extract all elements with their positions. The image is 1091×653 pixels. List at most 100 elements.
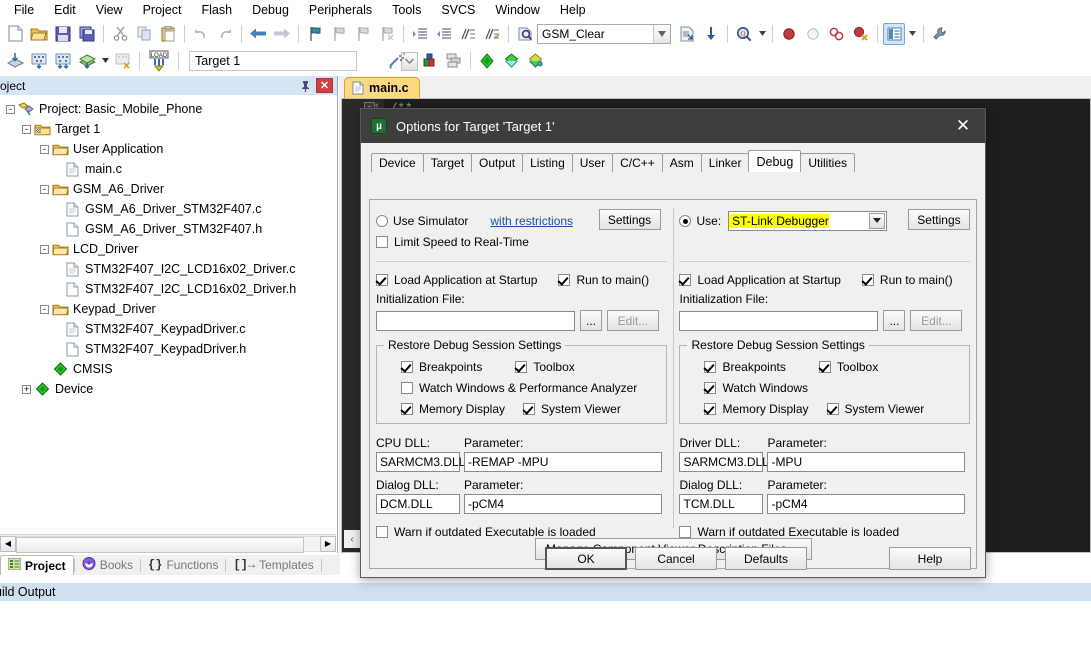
- menu-item-help[interactable]: Help: [550, 0, 596, 20]
- breakpoint-disable-icon[interactable]: [802, 23, 824, 45]
- dialog-dll-param-input[interactable]: -pCM4: [767, 494, 965, 514]
- cancel-button[interactable]: Cancel: [635, 547, 717, 570]
- menu-item-debug[interactable]: Debug: [242, 0, 299, 20]
- run-to-main-checkbox[interactable]: [862, 274, 874, 286]
- breakpoints-checkbox[interactable]: [704, 361, 716, 373]
- load-app-checkbox[interactable]: [376, 274, 388, 286]
- manage-windows-dropdown-icon[interactable]: [907, 23, 918, 45]
- memory-display-checkbox[interactable]: [401, 403, 413, 415]
- tree-group-user-application[interactable]: - User Application: [4, 139, 337, 159]
- tab-listing[interactable]: Listing: [522, 153, 573, 172]
- tree-file-gsm-c[interactable]: GSM_A6_Driver_STM32F407.c: [4, 199, 337, 219]
- dialog-dll-input[interactable]: TCM.DLL: [679, 494, 763, 514]
- tab-target[interactable]: Target: [423, 153, 472, 172]
- tree-file-gsm-h[interactable]: GSM_A6_Driver_STM32F407.h: [4, 219, 337, 239]
- expander-icon[interactable]: +: [22, 385, 31, 394]
- tab-functions[interactable]: {} Functions: [141, 556, 225, 575]
- expander-icon[interactable]: -: [6, 105, 15, 114]
- breakpoints-checkbox[interactable]: [401, 361, 413, 373]
- run-to-main-checkbox[interactable]: [558, 274, 570, 286]
- save-icon[interactable]: [52, 23, 74, 45]
- tree-group-gsm-a6-driver[interactable]: - GSM_A6_Driver: [4, 179, 337, 199]
- download-icon[interactable]: LOAD: [145, 50, 173, 72]
- pane-collapse-button[interactable]: ‹: [344, 530, 360, 548]
- help-button[interactable]: Help: [889, 547, 971, 570]
- copy-icon[interactable]: [133, 23, 155, 45]
- cpu-dll-input[interactable]: SARMCM3.DLL: [376, 452, 460, 472]
- rebuild-icon[interactable]: [52, 50, 74, 72]
- project-tree[interactable]: - Project: Basic_Mobile_Phone - Target 1…: [0, 95, 337, 399]
- bookmark-next-icon[interactable]: [352, 23, 374, 45]
- dialog-dll-input[interactable]: DCM.DLL: [376, 494, 460, 514]
- tab-device[interactable]: Device: [371, 153, 424, 172]
- expander-icon[interactable]: -: [22, 125, 31, 134]
- memory-display-checkbox[interactable]: [704, 403, 716, 415]
- menu-item-edit[interactable]: Edit: [44, 0, 86, 20]
- expander-icon[interactable]: -: [40, 185, 49, 194]
- simulator-settings-button[interactable]: Settings: [599, 209, 661, 230]
- bookmark-clear-icon[interactable]: [376, 23, 398, 45]
- menu-item-svcs[interactable]: SVCS: [431, 0, 485, 20]
- driver-dll-input[interactable]: SARMCM3.DLL: [679, 452, 763, 472]
- bookmark-toggle-icon[interactable]: [304, 23, 326, 45]
- navigate-forward-icon[interactable]: [271, 23, 293, 45]
- cut-icon[interactable]: [109, 23, 131, 45]
- toolbox-checkbox[interactable]: [819, 361, 831, 373]
- tree-file-keypad-h[interactable]: STM32F407_KeypadDriver.h: [4, 339, 337, 359]
- search-combo[interactable]: GSM_Clear: [537, 24, 671, 44]
- scrollbar-track[interactable]: [16, 536, 320, 552]
- tree-group-keypad-driver[interactable]: - Keypad_Driver: [4, 299, 337, 319]
- pack-installer-icon[interactable]: [476, 50, 498, 72]
- chevron-down-icon[interactable]: [653, 25, 670, 43]
- manage-rte-icon[interactable]: [419, 50, 441, 72]
- menu-item-peripherals[interactable]: Peripherals: [299, 0, 382, 20]
- tab-c-cpp[interactable]: C/C++: [612, 153, 663, 172]
- cpu-dll-param-input[interactable]: -REMAP -MPU: [464, 452, 662, 472]
- target-select[interactable]: Target 1: [189, 51, 357, 71]
- dialog-dll-param-input[interactable]: -pCM4: [464, 494, 662, 514]
- tab-linker[interactable]: Linker: [701, 153, 750, 172]
- comment-icon[interactable]: [457, 23, 479, 45]
- init-file-input[interactable]: [376, 311, 575, 331]
- close-icon[interactable]: ✕: [316, 78, 333, 93]
- navigate-back-icon[interactable]: [247, 23, 269, 45]
- watch-windows-checkbox[interactable]: [401, 382, 413, 394]
- menu-item-window[interactable]: Window: [485, 0, 549, 20]
- save-all-icon[interactable]: [76, 23, 98, 45]
- tree-group-lcd-driver[interactable]: - LCD_Driver: [4, 239, 337, 259]
- tab-books[interactable]: Books: [75, 556, 140, 575]
- scrollbar-thumb[interactable]: [16, 537, 304, 553]
- editor-tab-main-c[interactable]: main.c: [344, 77, 420, 98]
- tree-item-project[interactable]: - Project: Basic_Mobile_Phone: [4, 99, 337, 119]
- system-viewer-checkbox[interactable]: [827, 403, 839, 415]
- tab-asm[interactable]: Asm: [662, 153, 702, 172]
- find-dropdown-icon[interactable]: [757, 23, 767, 45]
- menu-item-flash[interactable]: Flash: [191, 0, 242, 20]
- outdent-icon[interactable]: [433, 23, 455, 45]
- menu-item-project[interactable]: Project: [133, 0, 192, 20]
- init-file-browse-button[interactable]: ...: [883, 310, 905, 331]
- use-debugger-radio[interactable]: [679, 215, 691, 227]
- tab-templates[interactable]: []→ Templates: [226, 556, 320, 575]
- tab-project[interactable]: Project: [0, 555, 74, 575]
- breakpoint-kill-all-icon[interactable]: [826, 23, 848, 45]
- init-file-input[interactable]: [679, 311, 878, 331]
- menu-item-file[interactable]: File: [4, 0, 44, 20]
- chevron-down-icon[interactable]: [869, 213, 885, 229]
- limit-speed-checkbox[interactable]: [376, 236, 388, 248]
- tab-output[interactable]: Output: [471, 153, 523, 172]
- scroll-right-icon[interactable]: ▶: [320, 536, 336, 552]
- new-file-icon[interactable]: [4, 23, 26, 45]
- toolbox-checkbox[interactable]: [515, 361, 527, 373]
- tree-item-cmsis[interactable]: CMSIS: [4, 359, 337, 379]
- pack-green-icon[interactable]: [500, 50, 522, 72]
- init-file-browse-button[interactable]: ...: [580, 310, 602, 331]
- uncomment-icon[interactable]: [481, 23, 503, 45]
- use-simulator-radio[interactable]: [376, 215, 388, 227]
- tab-debug[interactable]: Debug: [748, 150, 801, 172]
- find-icon[interactable]: Q: [733, 23, 755, 45]
- scroll-left-icon[interactable]: ◀: [0, 536, 16, 552]
- tree-file-lcd-c[interactable]: STM32F407_I2C_LCD16x02_Driver.c: [4, 259, 337, 279]
- batch-build-dropdown-icon[interactable]: [100, 50, 110, 72]
- multi-project-icon[interactable]: [443, 50, 465, 72]
